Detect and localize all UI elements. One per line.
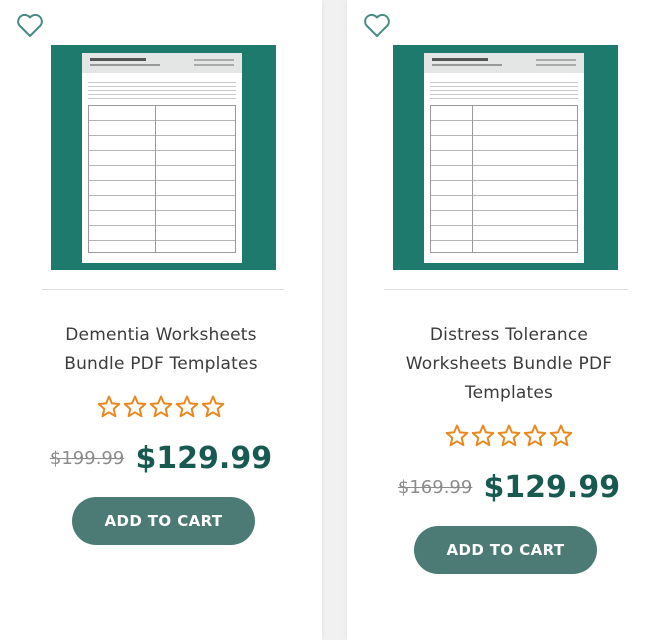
star-outline-icon [97,395,121,418]
original-price: $169.99 [397,477,473,498]
star-outline-icon [549,424,573,447]
add-to-cart-button[interactable]: ADD TO CART [414,526,597,574]
star-outline-icon [123,395,147,418]
star-outline-icon [523,424,547,447]
product-card: Dementia Worksheets Bundle PDF Templates… [0,0,322,640]
product-image[interactable] [51,45,276,270]
star-outline-icon [471,424,495,447]
star-outline-icon [175,395,199,418]
product-card: Distress Tolerance Worksheets Bundle PDF… [347,0,671,640]
heart-icon[interactable] [16,12,44,38]
product-title[interactable]: Dementia Worksheets Bundle PDF Templates [0,321,322,379]
star-outline-icon [445,424,469,447]
add-to-cart-button[interactable]: ADD TO CART [72,497,255,545]
star-outline-icon [149,395,173,418]
star-outline-icon [201,395,225,418]
product-title[interactable]: Distress Tolerance Worksheets Bundle PDF… [347,321,671,408]
price-row: $169.99 $129.99 [347,470,671,505]
sale-price: $129.99 [483,470,621,505]
rating-stars [347,424,671,454]
divider [42,289,284,290]
heart-icon[interactable] [363,12,391,38]
star-outline-icon [497,424,521,447]
original-price: $199.99 [49,448,125,469]
sale-price: $129.99 [135,441,273,476]
worksheet-preview [82,53,242,263]
worksheet-preview [424,53,584,263]
divider [384,289,628,290]
rating-stars [0,395,322,425]
price-row: $199.99 $129.99 [0,441,322,476]
product-image[interactable] [393,45,618,270]
